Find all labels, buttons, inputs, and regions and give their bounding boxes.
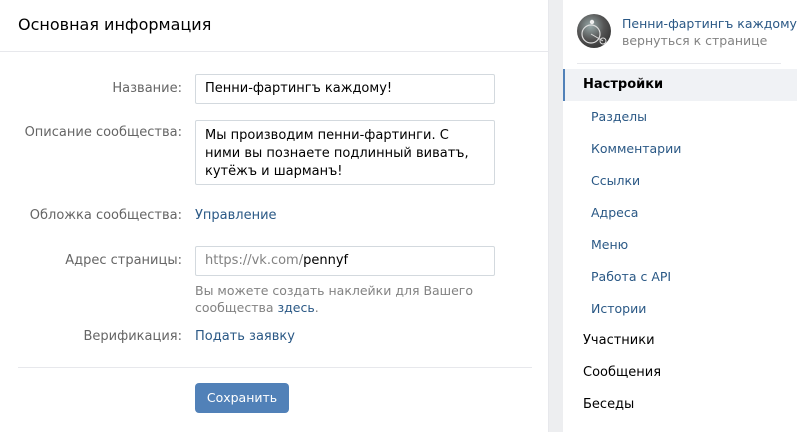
address-hint: Вы можете создать наклейки для Вашего со… (195, 282, 525, 316)
page-title: Основная информация (0, 0, 548, 52)
description-textarea[interactable]: Мы производим пенни-фартинги. С ними вы … (195, 120, 495, 185)
sidebar-item-stories[interactable]: Истории (563, 293, 797, 325)
address-field-wrap: https://vk.com/pennyf Вы можете создать … (195, 246, 525, 316)
community-name-link[interactable]: Пенни-фартингъ каждому! (622, 16, 797, 31)
cover-manage-link[interactable]: Управление (195, 208, 277, 223)
sidebar-item-chats[interactable]: Беседы (563, 389, 797, 421)
name-input[interactable]: Пенни-фартингъ каждому! (195, 74, 495, 104)
verification-label: Верификация: (83, 329, 183, 344)
sidebar-item-settings[interactable]: Настройки (563, 69, 797, 101)
save-button[interactable]: Сохранить (195, 383, 289, 413)
hint-end: . (314, 300, 319, 315)
sidebar-item-api[interactable]: Работа с API (563, 261, 797, 293)
verification-request-link[interactable]: Подать заявку (195, 329, 295, 344)
sidebar-item-addresses[interactable]: Адреса (563, 197, 797, 229)
penny-farthing-icon (581, 19, 607, 45)
community-avatar[interactable] (577, 14, 611, 48)
description-label: Описание сообщества: (24, 125, 182, 140)
sidebar-item-links[interactable]: Ссылки (563, 165, 797, 197)
cover-label: Обложка сообщества: (29, 208, 182, 223)
sidebar-separator (577, 63, 781, 64)
address-input[interactable]: https://vk.com/pennyf (195, 246, 495, 276)
sidebar-item-menu[interactable]: Меню (563, 229, 797, 261)
main-info-card: Основная информация Название: Пенни-фарт… (0, 0, 549, 432)
cover-value: Управление (195, 208, 277, 223)
form-divider (18, 367, 532, 368)
sidebar-item-comments[interactable]: Комментарии (563, 133, 797, 165)
address-label: Адрес страницы: (65, 253, 182, 268)
settings-sidebar: Пенни-фартингъ каждому! вернуться к стра… (563, 0, 797, 432)
verification-value: Подать заявку (195, 329, 295, 344)
sidebar-item-messages[interactable]: Сообщения (563, 357, 797, 389)
address-prefix: https://vk.com/ (205, 253, 304, 268)
sidebar-menu: Настройки Разделы Комментарии Ссылки Адр… (563, 69, 797, 421)
name-label: Название: (112, 81, 182, 96)
description-field-wrap: Мы производим пенни-фартинги. С ними вы … (195, 120, 495, 185)
sidebar-item-members[interactable]: Участники (563, 325, 797, 357)
name-field-wrap: Пенни-фартингъ каждому! (195, 74, 495, 104)
stickers-link[interactable]: здесь (278, 300, 315, 315)
hint-text: Вы можете создать наклейки для Вашего со… (195, 283, 474, 315)
back-to-page-link[interactable]: вернуться к странице (622, 33, 767, 48)
community-header: Пенни-фартингъ каждому! вернуться к стра… (563, 0, 797, 63)
sidebar-item-sections[interactable]: Разделы (563, 101, 797, 133)
address-value: pennyf (303, 253, 349, 268)
